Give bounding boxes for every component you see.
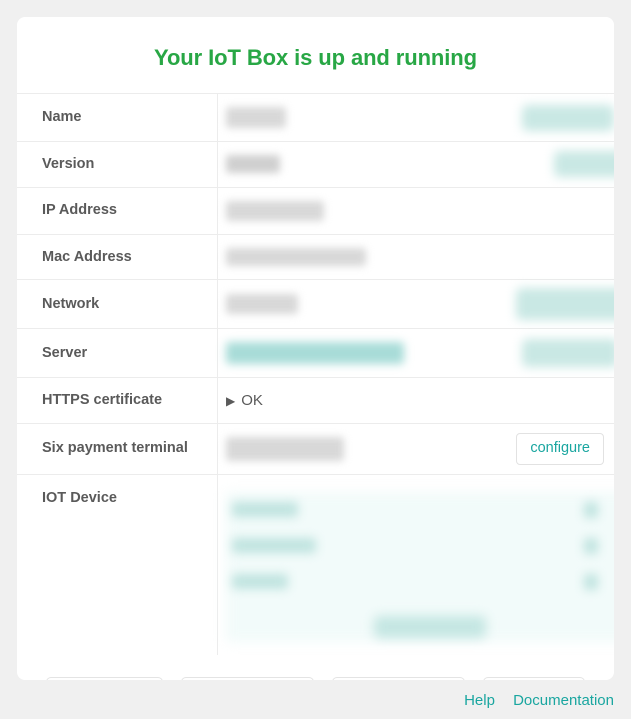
row-value-https-certificate[interactable]: ▶ OK [218,378,465,424]
redacted-value-mac-address [226,247,366,266]
row-action-https-certificate [464,378,614,424]
iot-device-list-item-2[interactable] [232,537,598,557]
row-value-network [218,280,465,329]
iot-device-list-item-3[interactable] [232,573,598,593]
pos-display-button[interactable]: POS Display [45,676,164,680]
documentation-link[interactable]: Documentation [513,692,614,709]
row-value-name [218,94,465,142]
redacted-update-button-version[interactable]: update [554,151,614,178]
table-row-six-payment-terminal: Six payment terminal configure [17,423,614,475]
row-action-mac-address [464,234,614,280]
row-label-name: Name [17,93,218,142]
row-action-network[interactable]: configure wifi [464,280,614,329]
redacted-configure-button-server[interactable]: configure [522,339,614,368]
row-action-six-payment-terminal[interactable]: configure [464,423,614,474]
row-action-version[interactable]: update [464,142,614,188]
iot-device-panel [226,490,614,642]
iot-box-status-card: Your IoT Box is up and running Name conf… [17,17,614,680]
configure-six-payment-button[interactable]: configure [516,432,604,465]
row-label-network: Network [17,279,218,329]
row-value-mac-address [218,234,465,280]
iot-info-table: Name configure Version update [17,93,614,655]
table-row-mac-address: Mac Address [17,234,614,280]
row-action-ip-address [464,187,614,234]
row-label-version: Version [17,141,218,188]
credential-button[interactable]: Credential [482,676,586,680]
redacted-value-ip-address [226,200,324,221]
row-label-ip-address: IP Address [17,187,218,235]
printers-server-button[interactable]: Printers server [331,676,465,680]
help-link[interactable]: Help [464,692,495,709]
row-value-six-payment-terminal [218,423,465,474]
iot-device-action-icon-2[interactable] [584,537,598,554]
iot-device-action-icon-3[interactable] [584,573,598,590]
table-row-network: Network configure wifi [17,279,614,329]
footer-links: Help Documentation [450,692,614,709]
row-value-version [218,142,465,188]
table-row-version: Version update [17,141,614,188]
row-label-server: Server [17,328,218,378]
table-row-server: Server configure [17,328,614,378]
iot-device-name-2 [232,537,316,553]
iot-device-list-item-1[interactable] [232,501,598,521]
row-label-mac-address: Mac Address [17,234,218,280]
iot-device-name-1 [232,501,298,517]
page-title: Your IoT Box is up and running [154,45,477,70]
iot-device-action-icon-1[interactable] [584,501,598,518]
iot-device-name-3 [232,573,288,589]
bottom-button-bar: POS Display Remote Debug Printers server… [17,655,614,680]
row-action-server[interactable]: configure [464,329,614,378]
redacted-configure-button-name[interactable]: configure [522,104,614,131]
row-value-ip-address [218,187,465,234]
row-label-six-payment-terminal: Six payment terminal [17,423,218,475]
table-row-https-certificate: HTTPS certificate ▶ OK [17,377,614,424]
row-label-https-certificate: HTTPS certificate [17,377,218,424]
redacted-configure-wifi-button[interactable]: configure wifi [516,288,614,321]
disclosure-triangle-icon[interactable]: ▶ [226,394,235,408]
table-row-name: Name configure [17,93,614,142]
row-action-name[interactable]: configure [464,94,614,142]
redacted-value-six-payment-terminal [226,436,344,461]
iot-device-primary-button[interactable] [374,615,486,638]
page-root: Your IoT Box is up and running Name conf… [0,0,631,719]
table-row-iot-device: IOT Device [17,474,614,655]
redacted-value-network [226,294,298,315]
row-value-server[interactable] [218,329,465,378]
redacted-value-name [226,107,286,128]
remote-debug-button[interactable]: Remote Debug [181,676,314,680]
redacted-value-version [226,155,280,174]
table-row-ip-address: IP Address [17,187,614,235]
row-value-iot-device [218,474,614,655]
redacted-value-server-link[interactable] [226,342,404,365]
row-label-iot-device: IOT Device [17,474,218,655]
https-certificate-status: OK [241,391,263,409]
